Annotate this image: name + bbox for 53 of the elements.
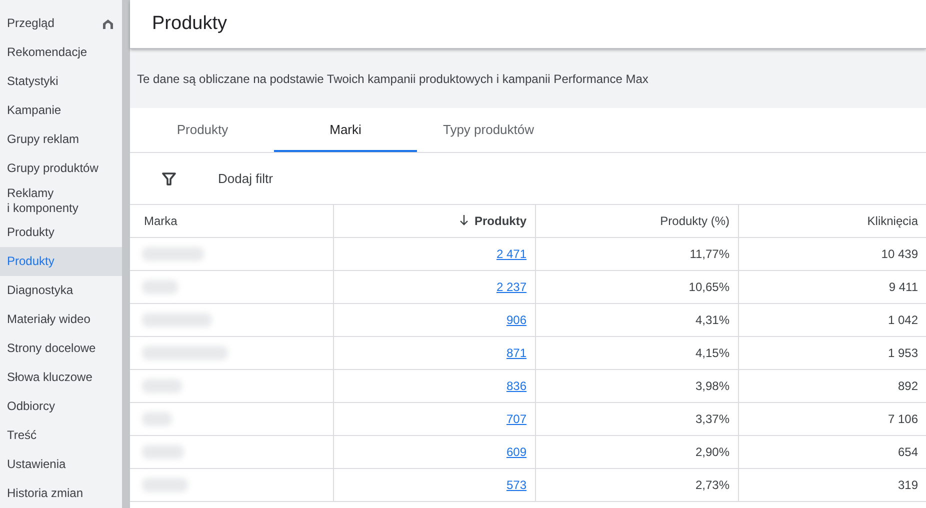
- table-cell: 4,31%: [695, 313, 730, 327]
- table-cell: 2,73%: [695, 478, 730, 492]
- products-link[interactable]: 609: [506, 445, 526, 459]
- table-cell: 1 953: [888, 346, 918, 360]
- products-link[interactable]: 2 237: [496, 280, 526, 294]
- tab[interactable]: Typy produktów: [417, 108, 560, 152]
- sidebar-item[interactable]: Materiały wideo: [0, 305, 122, 334]
- tab[interactable]: Produkty: [131, 108, 274, 152]
- table-cell: 1 042: [888, 313, 918, 327]
- table-cell: 7 106: [888, 412, 918, 426]
- sort-down-icon: [459, 215, 470, 226]
- scrollbar[interactable]: [122, 0, 130, 508]
- table-cell: 11,77%: [690, 247, 730, 261]
- sidebar-item[interactable]: Ustawienia: [0, 450, 122, 479]
- tab[interactable]: Marki: [274, 108, 417, 152]
- table-cell: 3,98%: [695, 379, 730, 393]
- table-cell: 654: [898, 445, 918, 459]
- sidebar-item[interactable]: Produkty: [0, 218, 122, 247]
- filter-icon[interactable]: [162, 172, 176, 186]
- column-header[interactable]: Produkty: [333, 205, 535, 238]
- sidebar-item[interactable]: Grupy produktów: [0, 154, 122, 183]
- column-header[interactable]: Marka: [130, 205, 333, 238]
- info-text: Te dane są obliczane na podstawie Twoich kampanii produktowych i kampanii Performance Max: [137, 72, 648, 86]
- table-cell: 3,37%: [695, 412, 730, 426]
- sidebar-item[interactable]: Reklamy i komponenty: [0, 183, 122, 218]
- sidebar-item[interactable]: Historia zmian: [0, 479, 122, 508]
- sidebar-item[interactable]: Odbiorcy: [0, 392, 122, 421]
- sidebar-item[interactable]: Diagnostyka: [0, 276, 122, 305]
- sidebar-item[interactable]: Kampanie: [0, 96, 122, 125]
- sidebar-item[interactable]: Statystyki: [0, 67, 122, 96]
- sidebar-item[interactable]: Rekomendacje: [0, 38, 122, 67]
- sidebar-item[interactable]: Przegląd: [0, 9, 122, 38]
- products-link[interactable]: 573: [506, 478, 526, 492]
- products-link[interactable]: 2 471: [496, 247, 526, 261]
- sidebar-item[interactable]: Grupy reklam: [0, 125, 122, 154]
- products-link[interactable]: 707: [506, 412, 526, 426]
- column-header[interactable]: Produkty (%): [535, 205, 738, 238]
- table-cell: 892: [898, 379, 918, 393]
- table-cell: 10 439: [881, 247, 918, 261]
- table-cell: 4,15%: [695, 346, 730, 360]
- table-cell: 2,90%: [695, 445, 730, 459]
- sidebar-item[interactable]: Treść: [0, 421, 122, 450]
- sidebar-item[interactable]: Strony docelowe: [0, 334, 122, 363]
- add-filter-button[interactable]: Dodaj filtr: [218, 171, 273, 186]
- products-link[interactable]: 836: [506, 379, 526, 393]
- products-link[interactable]: 906: [506, 313, 526, 327]
- page-title: Produkty: [152, 13, 227, 35]
- table-cell: 10,65%: [688, 280, 730, 294]
- column-header[interactable]: Kliknięcia: [738, 205, 926, 238]
- products-link[interactable]: 871: [506, 346, 526, 360]
- sidebar-item[interactable]: Słowa kluczowe: [0, 363, 122, 392]
- table-cell: 9 411: [888, 280, 918, 294]
- table-cell: 319: [898, 478, 918, 492]
